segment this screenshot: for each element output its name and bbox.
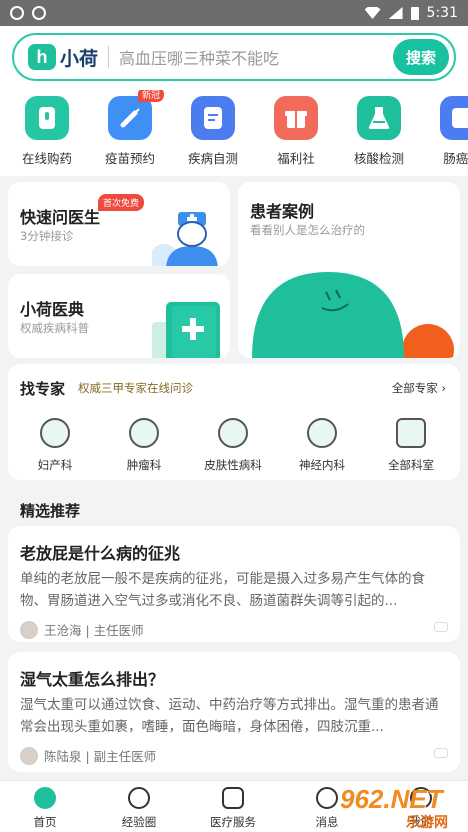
watermark-subtext: 乐游网	[406, 815, 448, 831]
quick-entry-self-test[interactable]: 疾病自测	[171, 96, 255, 167]
author-label: 陈陆泉 | 副主任医师	[44, 749, 157, 764]
all-experts-label: 全部专家	[391, 381, 438, 395]
search-input[interactable]: 高血压哪三种菜不能吃	[119, 45, 393, 69]
quick-entry-label: 核酸检测	[353, 151, 404, 166]
new-badge: 新冠	[137, 90, 164, 102]
status-time: 5:31	[426, 5, 458, 21]
comment-icon[interactable]	[434, 622, 448, 632]
app-notification-icon-2	[32, 6, 46, 20]
dept-dermatology[interactable]: 皮肤性病科	[190, 418, 276, 473]
author-label: 王沧海 | 主任医师	[44, 623, 144, 638]
header: h 小荷 高血压哪三种菜不能吃 搜索	[0, 26, 468, 90]
doctor-illustration	[152, 212, 218, 266]
card-subtitle: 权威疾病科普	[20, 321, 89, 335]
card-title: 小荷医典	[20, 300, 85, 319]
article-card[interactable]: 湿气太重怎么排出？ 湿气太重可以通过饮食、运动、中药治疗等方式排出。湿气重的患者…	[8, 652, 460, 772]
quick-entry-label: 疾病自测	[187, 151, 238, 166]
all-experts-link[interactable]: 全部专家 ›	[392, 380, 446, 396]
section-title: 找专家	[20, 380, 66, 398]
dept-label: 肿瘤科	[126, 458, 162, 472]
battery-icon	[410, 6, 419, 20]
home-icon	[34, 787, 56, 809]
article-title: 湿气太重怎么排出？	[20, 670, 165, 689]
dept-oncology[interactable]: 肿瘤科	[101, 418, 187, 473]
comment-icon[interactable]	[434, 748, 448, 758]
signal-icon	[388, 7, 403, 19]
medical-service-icon	[222, 787, 244, 809]
search-button[interactable]: 搜索	[393, 39, 449, 75]
app-notification-icon	[10, 6, 24, 20]
quick-entry-welfare[interactable]: 福利社	[254, 96, 338, 167]
nav-label: 医疗服务	[210, 815, 256, 829]
nav-medical-service[interactable]: 医疗服务	[188, 787, 278, 830]
picks-title: 精选推荐	[20, 502, 81, 520]
find-expert-section: 找专家 权威三甲专家在线问诊 全部专家 › 妇产科 肿瘤科 皮肤性病科 神经内科…	[8, 364, 460, 480]
cases-illustration	[252, 272, 454, 358]
article-summary: 湿气太重可以通过饮食、运动、中药治疗等方式排出。湿气重的患者通常会出现头重如裹，…	[20, 697, 439, 735]
dept-gynecology[interactable]: 妇产科	[12, 418, 98, 473]
brain-icon	[307, 418, 337, 448]
quick-entry-label: 福利社	[277, 151, 315, 166]
quick-entry-vaccine[interactable]: 新冠 疫苗预约	[88, 90, 172, 167]
quick-entry-label: 肠癌筛	[443, 151, 468, 166]
logo-mark-icon: h	[28, 44, 56, 70]
screening-icon	[440, 96, 468, 140]
quick-entry-nucleic-test[interactable]: 核酸检测	[337, 96, 421, 167]
card-subtitle: 看看别人是怎么治疗的	[250, 223, 365, 237]
app-logo: h 小荷	[28, 44, 98, 71]
quick-entry-label: 在线购药	[21, 151, 72, 166]
card-title: 快速问医生	[20, 208, 101, 227]
quick-consult-card[interactable]: 快速问医生 首次免费 3分钟接诊	[8, 182, 230, 266]
nav-experience[interactable]: 经验圈	[94, 787, 184, 830]
article-card[interactable]: 老放屁是什么病的征兆 单纯的老放屁一般不是疾病的征兆，可能是摄入过多易产生气体的…	[8, 526, 460, 642]
uterus-icon	[40, 418, 70, 448]
free-badge: 首次免费	[98, 194, 145, 211]
search-divider	[108, 46, 110, 68]
avatar	[20, 620, 38, 639]
dept-label: 妇产科	[37, 458, 73, 472]
article-summary: 单纯的老放屁一般不是疾病的征兆，可能是摄入过多易产生气体的食物、胃肠道进入空气过…	[20, 571, 425, 609]
book-illustration	[152, 302, 220, 358]
status-bar: 5:31	[0, 0, 468, 26]
logo-text: 小荷	[60, 47, 99, 70]
nav-label: 经验圈	[121, 815, 157, 829]
clipboard-icon	[191, 96, 235, 140]
dept-label: 皮肤性病科	[204, 458, 262, 472]
quick-entry-label: 疫苗预约	[104, 151, 155, 166]
section-subtitle: 权威三甲专家在线问诊	[78, 381, 193, 395]
nav-label: 首页	[33, 815, 57, 829]
flask-icon	[357, 96, 401, 140]
search-bar[interactable]: h 小荷 高血压哪三种菜不能吃 搜索	[12, 33, 456, 81]
gift-icon	[274, 96, 318, 140]
chevron-right-icon: ›	[441, 381, 446, 395]
article-author: 王沧海 | 主任医师	[20, 620, 144, 639]
quick-entry-screening[interactable]: 肠癌筛	[420, 96, 468, 167]
dept-label: 全部科室	[388, 458, 434, 472]
article-author: 陈陆泉 | 副主任医师	[20, 746, 156, 765]
dept-neurology[interactable]: 神经内科	[279, 418, 365, 473]
tumor-icon	[129, 418, 159, 448]
article-title: 老放屁是什么病的征兆	[20, 544, 181, 563]
dept-label: 神经内科	[299, 458, 345, 472]
watermark-logo: 962.NET 乐游网	[334, 782, 468, 832]
quick-entries: 在线购药 新冠 疫苗预约 疾病自测 福利社 核酸检测 肠癌筛	[0, 90, 468, 176]
pill-bottle-icon	[25, 96, 69, 140]
wifi-icon	[364, 7, 381, 19]
card-subtitle: 3分钟接诊	[20, 229, 74, 243]
watermark-text: 962.NET	[340, 784, 443, 814]
skin-icon	[218, 418, 248, 448]
circle-icon	[128, 787, 150, 809]
patient-cases-card[interactable]: 患者案例 看看别人是怎么治疗的	[238, 182, 460, 358]
avatar	[20, 746, 38, 765]
nav-home[interactable]: 首页	[0, 787, 90, 830]
all-departments-icon	[396, 418, 426, 448]
card-title: 患者案例	[250, 202, 315, 221]
syringe-icon: 新冠	[108, 90, 164, 140]
encyclopedia-card[interactable]: 小荷医典 权威疾病科普	[8, 274, 230, 358]
quick-entry-online-pharmacy[interactable]: 在线购药	[5, 96, 89, 167]
dept-all[interactable]: 全部科室	[368, 418, 454, 473]
